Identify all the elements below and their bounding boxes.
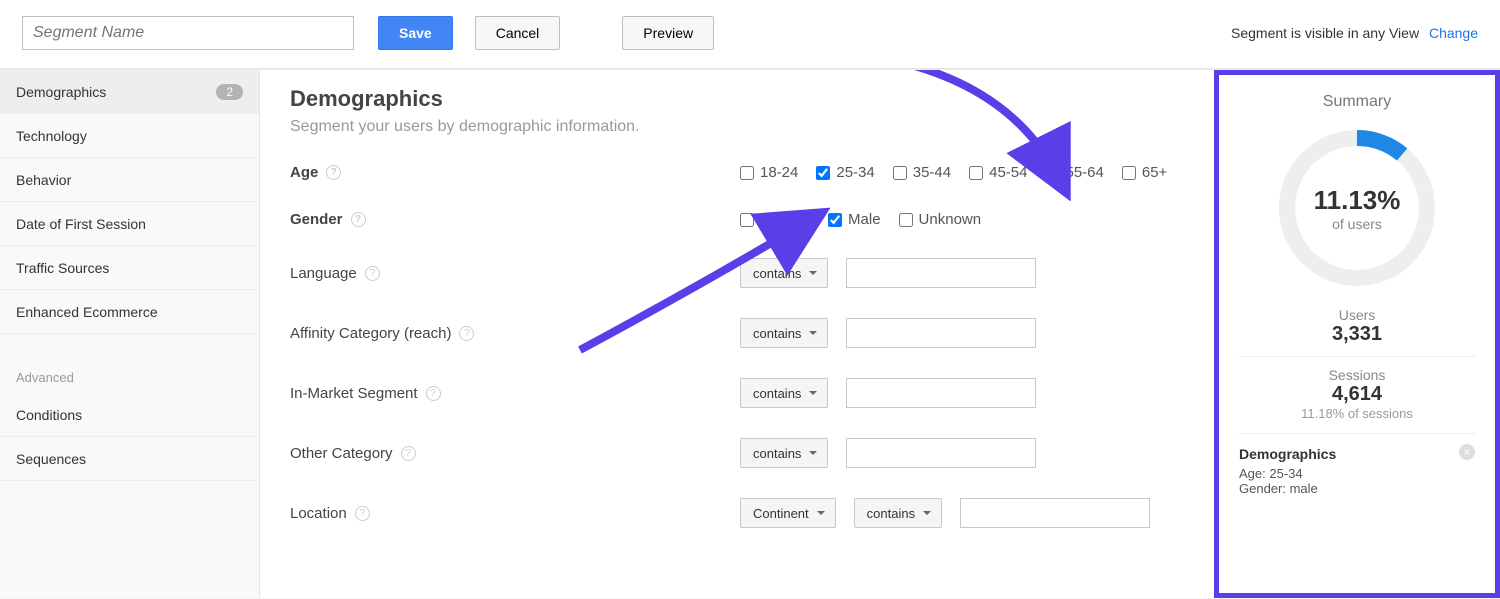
affinity-label: Affinity Category (reach) (290, 325, 451, 342)
inmarket-label: In-Market Segment (290, 385, 418, 402)
summary-users-label: Users (1239, 307, 1475, 323)
sidebar-badge: 2 (216, 84, 243, 100)
inmarket-match-select[interactable]: contains (740, 378, 828, 408)
preview-button[interactable]: Preview (622, 16, 714, 50)
help-icon[interactable]: ? (351, 212, 366, 227)
remove-filter-icon[interactable]: × (1459, 444, 1475, 460)
age-35-44-checkbox[interactable]: 35-44 (893, 164, 951, 181)
gender-male-checkbox[interactable]: Male (828, 211, 881, 228)
summary-users-value: 3,331 (1239, 323, 1475, 346)
language-match-select[interactable]: contains (740, 258, 828, 288)
segment-name-input[interactable] (22, 16, 354, 50)
chevron-down-icon (923, 511, 931, 515)
chevron-down-icon (809, 451, 817, 455)
summary-filter-title: Demographics (1239, 446, 1475, 462)
location-match-select[interactable]: contains (854, 498, 942, 528)
sidebar-item-first-session[interactable]: Date of First Session (0, 202, 259, 246)
visibility-label: Segment is visible in any View (1231, 25, 1419, 41)
sidebar-item-label: Sequences (16, 451, 86, 467)
sidebar-item-label: Date of First Session (16, 216, 146, 232)
page-subtitle: Segment your users by demographic inform… (290, 118, 1184, 136)
sidebar-advanced-heading: Advanced (0, 334, 259, 393)
affinity-match-select[interactable]: contains (740, 318, 828, 348)
chevron-down-icon (817, 511, 825, 515)
sidebar-item-sequences[interactable]: Sequences (0, 437, 259, 481)
summary-sessions-label: Sessions (1239, 367, 1475, 383)
help-icon[interactable]: ? (326, 165, 341, 180)
chevron-down-icon (809, 271, 817, 275)
gender-label: Gender (290, 211, 343, 228)
sidebar-item-label: Enhanced Ecommerce (16, 304, 158, 320)
gender-unknown-checkbox[interactable]: Unknown (899, 211, 982, 228)
summary-sessions-note: 11.18% of sessions (1239, 406, 1475, 421)
sidebar-item-traffic-sources[interactable]: Traffic Sources (0, 246, 259, 290)
location-scope-select[interactable]: Continent (740, 498, 836, 528)
sidebar-item-label: Conditions (16, 407, 82, 423)
sidebar-item-label: Traffic Sources (16, 260, 109, 276)
help-icon[interactable]: ? (365, 266, 380, 281)
summary-filter-age: Age: 25-34 (1239, 466, 1475, 481)
chevron-down-icon (809, 331, 817, 335)
location-label: Location (290, 505, 347, 522)
change-visibility-link[interactable]: Change (1429, 25, 1478, 41)
location-input[interactable] (960, 498, 1150, 528)
age-65plus-checkbox[interactable]: 65+ (1122, 164, 1167, 181)
sidebar-item-technology[interactable]: Technology (0, 114, 259, 158)
summary-donut-chart: 11.13% of users (1272, 123, 1442, 293)
help-icon[interactable]: ? (426, 386, 441, 401)
sidebar-item-label: Behavior (16, 172, 71, 188)
age-55-64-checkbox[interactable]: 55-64 (1046, 164, 1104, 181)
summary-percent: 11.13% (1314, 185, 1401, 216)
age-25-34-checkbox[interactable]: 25-34 (816, 164, 874, 181)
inmarket-input[interactable] (846, 378, 1036, 408)
gender-female-checkbox[interactable]: Female (740, 211, 810, 228)
save-button[interactable]: Save (378, 16, 453, 50)
help-icon[interactable]: ? (401, 446, 416, 461)
language-label: Language (290, 265, 357, 282)
chevron-down-icon (809, 391, 817, 395)
visibility-text: Segment is visible in any View Change (1231, 25, 1478, 41)
cancel-button[interactable]: Cancel (475, 16, 561, 50)
sidebar-item-label: Technology (16, 128, 87, 144)
age-18-24-checkbox[interactable]: 18-24 (740, 164, 798, 181)
sidebar: Demographics 2 Technology Behavior Date … (0, 70, 260, 598)
age-45-54-checkbox[interactable]: 45-54 (969, 164, 1027, 181)
summary-filter-gender: Gender: male (1239, 481, 1475, 496)
divider (1239, 356, 1475, 357)
help-icon[interactable]: ? (355, 506, 370, 521)
other-input[interactable] (846, 438, 1036, 468)
language-input[interactable] (846, 258, 1036, 288)
summary-panel: Summary 11.13% of users Users 3,331 Sess… (1214, 70, 1500, 598)
help-icon[interactable]: ? (459, 326, 474, 341)
sidebar-item-conditions[interactable]: Conditions (0, 393, 259, 437)
summary-of-users: of users (1332, 216, 1382, 232)
sidebar-item-demographics[interactable]: Demographics 2 (0, 70, 259, 114)
content: Demographics Segment your users by demog… (260, 70, 1214, 598)
sidebar-item-behavior[interactable]: Behavior (0, 158, 259, 202)
page-title: Demographics (290, 86, 1184, 112)
sidebar-item-label: Demographics (16, 84, 106, 100)
affinity-input[interactable] (846, 318, 1036, 348)
summary-sessions-value: 4,614 (1239, 383, 1475, 406)
age-label: Age (290, 164, 318, 181)
other-label: Other Category (290, 445, 393, 462)
summary-title: Summary (1239, 93, 1475, 111)
other-match-select[interactable]: contains (740, 438, 828, 468)
sidebar-item-ecommerce[interactable]: Enhanced Ecommerce (0, 290, 259, 334)
